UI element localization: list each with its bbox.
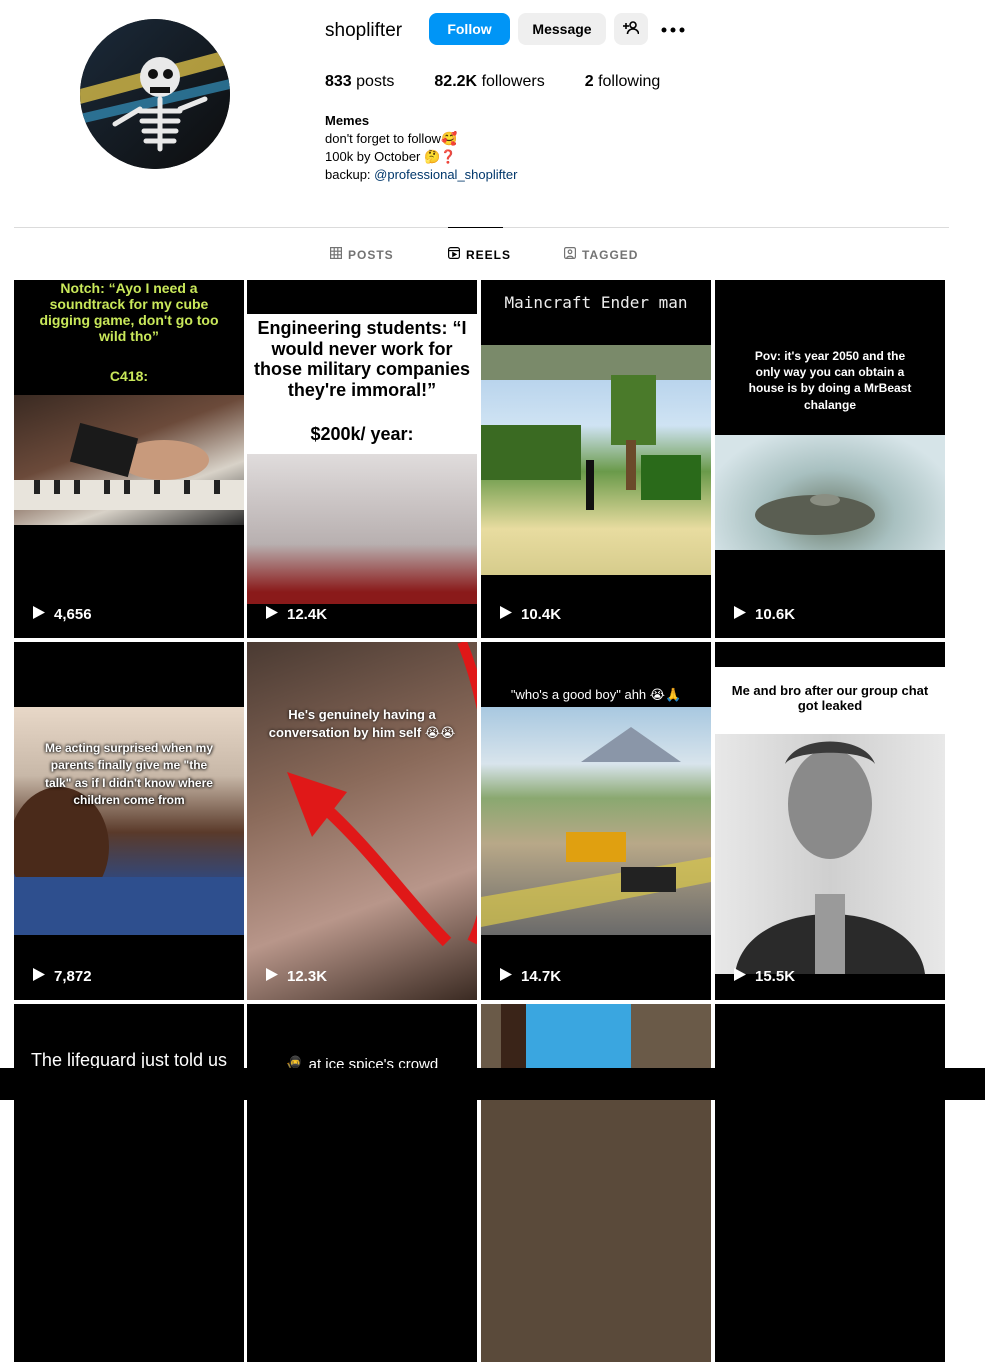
posts-count: 833: [325, 73, 352, 90]
reel-thumbnail: [715, 435, 945, 550]
suggest-users-button[interactable]: [614, 13, 648, 45]
play-icon: [265, 967, 279, 986]
bio-line: 100k by October 🤔❓: [325, 149, 457, 164]
reel-caption: He's genuinely having a conversation by …: [268, 707, 456, 740]
reel-tile[interactable]: Notch: “Ayo I need a soundtrack for my c…: [14, 280, 244, 638]
following-stat[interactable]: 2 following: [585, 73, 661, 91]
tab-posts[interactable]: POSTS: [330, 247, 394, 262]
reel-thumbnail: [481, 707, 711, 935]
reel-thumbnail: [715, 734, 945, 974]
bio-backup-prefix: backup:: [325, 167, 375, 182]
bio-name: Memes: [325, 113, 370, 128]
view-count: 7,872: [32, 967, 92, 986]
profile-bio: Memes don't forget to follow🥰 100k by Oc…: [325, 112, 517, 184]
active-tab-indicator: [448, 227, 503, 228]
reel-tile[interactable]: 🥷 at ice spice's crowd: [247, 1004, 477, 1362]
reel-caption: Me and bro after our group chat got leak…: [731, 683, 929, 713]
bio-line: don't forget to follow🥰: [325, 131, 458, 146]
view-count-value: 12.3K: [287, 968, 328, 985]
following-label: following: [598, 73, 661, 90]
reel-tile[interactable]: "who's a good boy" ahh 😭🙏 14.7K: [481, 642, 711, 1000]
play-icon: [499, 605, 513, 624]
reel-caption: Engineering students: “I would never wor…: [253, 318, 471, 401]
reel-tile[interactable]: Pov: it's year 2050 and the only way you…: [715, 280, 945, 638]
view-count: 12.3K: [265, 967, 327, 986]
follow-button[interactable]: Follow: [429, 13, 510, 45]
play-icon: [733, 605, 747, 624]
reel-tile[interactable]: [715, 1004, 945, 1362]
reel-caption: Pov: it's year 2050 and the only way you…: [748, 349, 912, 412]
view-count-value: 4,656: [54, 606, 92, 623]
reel-tile[interactable]: Me and bro after our group chat got leak…: [715, 642, 945, 1000]
view-count: 15.5K: [733, 967, 795, 986]
reel-tile[interactable]: Maincraft Ender man 10.4K: [481, 280, 711, 638]
reel-caption: Maincraft Ender man: [504, 293, 688, 312]
view-count-value: 15.5K: [755, 968, 796, 985]
reel-tile[interactable]: The lifeguard just told us: [14, 1004, 244, 1362]
view-count-value: 14.7K: [521, 968, 562, 985]
bio-backup: backup: @professional_shoplifter: [325, 166, 517, 184]
play-icon: [32, 967, 46, 986]
view-count-value: 7,872: [54, 968, 92, 985]
backup-account-link[interactable]: @professional_shoplifter: [374, 167, 517, 182]
reel-thumbnail: [247, 642, 477, 1000]
reel-tile[interactable]: He's genuinely having a conversation by …: [247, 642, 477, 1000]
add-user-icon: [623, 20, 640, 39]
followers-label: followers: [481, 73, 545, 90]
posts-label: posts: [356, 73, 395, 90]
view-count-value: 12.4K: [287, 606, 328, 623]
followers-count: 82.2K: [434, 73, 478, 90]
tab-label: TAGGED: [582, 247, 639, 262]
posts-stat: 833 posts: [325, 73, 394, 91]
profile-username: shoplifter: [325, 20, 403, 41]
view-count: 14.7K: [499, 967, 561, 986]
tab-label: POSTS: [348, 247, 394, 262]
profile-avatar[interactable]: [80, 19, 230, 169]
play-icon: [32, 605, 46, 624]
view-count: 10.4K: [499, 605, 561, 624]
bottom-bar: [0, 1068, 985, 1100]
message-button[interactable]: Message: [518, 13, 606, 45]
tagged-icon: [564, 247, 577, 262]
reel-subcaption: C418:: [109, 368, 149, 384]
following-count: 2: [584, 73, 594, 90]
reel-thumbnail: Engineering students: “I would never wor…: [247, 314, 477, 604]
reel-tile[interactable]: [481, 1004, 711, 1362]
play-icon: [499, 967, 513, 986]
reel-caption: "who's a good boy" ahh 😭🙏: [510, 687, 682, 702]
reel-caption: Notch: “Ayo I need a soundtrack for my c…: [39, 280, 219, 345]
play-icon: [265, 605, 279, 624]
tab-tagged[interactable]: TAGGED: [564, 247, 638, 262]
view-count: 10.6K: [733, 605, 795, 624]
more-options-button[interactable]: [660, 18, 686, 40]
reel-subcaption: $200k/ year:: [310, 424, 414, 444]
followers-stat[interactable]: 82.2K followers: [434, 73, 544, 91]
reel-thumbnail: [14, 395, 244, 525]
view-count-value: 10.4K: [521, 606, 562, 623]
reel-tile[interactable]: Engineering students: “I would never wor…: [247, 280, 477, 638]
tab-label: REELS: [466, 247, 512, 262]
view-count: 12.4K: [265, 605, 327, 624]
reel-tile[interactable]: Me acting surprised when my parents fina…: [14, 642, 244, 1000]
play-icon: [733, 967, 747, 986]
view-count-value: 10.6K: [755, 606, 796, 623]
grid-icon: [330, 247, 343, 262]
tab-reels[interactable]: REELS: [448, 247, 511, 262]
reel-thumbnail: [481, 345, 711, 575]
ellipsis-icon: [661, 20, 685, 38]
view-count: 4,656: [32, 605, 92, 624]
reels-icon: [448, 247, 461, 262]
reel-caption: Me acting surprised when my parents fina…: [44, 741, 214, 808]
profile-stats: 833 posts 82.2K followers 2 following: [325, 73, 700, 91]
